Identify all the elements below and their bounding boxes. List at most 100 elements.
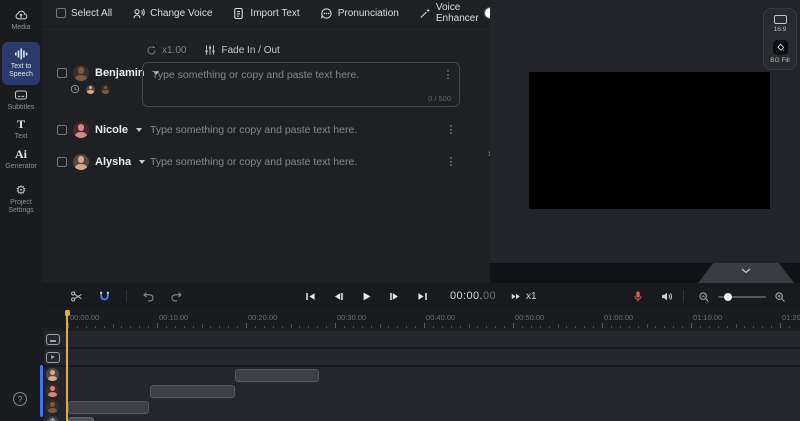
voice-track-avatar[interactable]	[46, 384, 59, 397]
timeline-clip[interactable]	[68, 416, 94, 421]
ruler-tick	[664, 325, 666, 328]
ruler-tick	[762, 325, 764, 328]
video-track-icon[interactable]	[46, 351, 60, 363]
recent-voice-avatar[interactable]	[86, 84, 95, 94]
voice-track-avatar[interactable]	[46, 368, 59, 381]
undo-button[interactable]	[142, 290, 155, 303]
timeline-clip[interactable]	[149, 384, 236, 398]
avatar	[73, 122, 89, 138]
redo-button[interactable]	[170, 290, 183, 303]
ruler-tick	[308, 325, 310, 328]
play-button[interactable]	[360, 290, 373, 303]
ruler-tick	[566, 325, 568, 328]
change-voice-button[interactable]: Change Voice	[132, 7, 212, 20]
chevron-down-icon[interactable]	[136, 128, 143, 132]
sidebar-item-label: Media	[11, 24, 31, 31]
zoom-in-icon[interactable]	[774, 291, 786, 303]
ruler-tick	[343, 325, 345, 328]
history-icon[interactable]	[70, 84, 80, 94]
row-checkbox[interactable]	[57, 157, 67, 167]
track-alysha	[44, 367, 800, 383]
sidebar-item-media[interactable]: Media	[1, 8, 41, 32]
import-text-icon	[232, 7, 245, 20]
sidebar-item-text[interactable]: T Text	[1, 117, 41, 141]
fade-control[interactable]: Fade In / Out	[204, 44, 280, 56]
subtitle-track-icon[interactable]	[46, 333, 60, 345]
cloud-upload-icon	[14, 8, 28, 22]
chevron-down-icon[interactable]	[139, 160, 146, 164]
preview-area: 16:9 BG Fill	[490, 0, 800, 283]
split-button[interactable]	[70, 290, 83, 303]
import-text-label: Import Text	[250, 7, 300, 19]
sidebar-item-subtitles[interactable]: Subtitles	[1, 88, 41, 112]
help-button[interactable]: ?	[13, 392, 27, 406]
ruler-tick	[593, 325, 595, 328]
sidebar-item-label: Subtitles	[7, 104, 35, 111]
ruler-tick	[210, 325, 212, 328]
voice-track-avatar[interactable]	[46, 400, 59, 413]
record-voiceover-button[interactable]	[632, 283, 644, 310]
timeline-clip[interactable]	[235, 368, 319, 382]
row-checkbox[interactable]	[57, 68, 67, 78]
row-menu-button[interactable]: ⋮	[441, 68, 455, 81]
speed-value: x1.00	[162, 44, 187, 56]
ruler-tick	[103, 325, 105, 328]
select-all-control[interactable]: Select All	[56, 8, 112, 19]
preview-controls: 16:9 BG Fill	[763, 8, 797, 70]
previous-frame-button[interactable]	[332, 290, 345, 303]
ruler-tick	[201, 324, 203, 328]
playback-rate-control[interactable]: x1	[510, 283, 537, 310]
magnetic-snap-button[interactable]	[98, 290, 111, 303]
mute-button[interactable]	[660, 283, 673, 310]
ruler-tick	[219, 325, 221, 328]
playhead[interactable]	[64, 310, 70, 421]
ruler-tick	[530, 325, 532, 328]
sidebar-item-project-settings[interactable]: ⚙ Project Settings	[1, 183, 41, 215]
video-preview[interactable]	[529, 72, 770, 209]
ruler-tick	[263, 325, 265, 328]
next-frame-button[interactable]	[388, 290, 401, 303]
ruler-tick	[495, 325, 497, 328]
bg-fill-label: BG Fill	[770, 57, 790, 64]
row-menu-button[interactable]: ⋮	[444, 123, 458, 136]
slider-knob[interactable]	[724, 292, 732, 301]
voice-row-header[interactable]: Alysha	[57, 153, 146, 171]
input-placeholder[interactable]: Type something or copy and paste text he…	[150, 124, 357, 136]
select-all-checkbox[interactable]	[56, 8, 66, 18]
timeline-zoom-slider[interactable]	[718, 292, 766, 301]
fade-in-out-icon	[204, 44, 216, 56]
sidebar-item-text-to-speech[interactable]: Text to Speech	[2, 42, 40, 85]
collapse-preview-tab[interactable]	[698, 263, 794, 283]
skip-to-end-button[interactable]	[416, 290, 429, 303]
bg-fill-icon	[772, 40, 788, 55]
chevron-down-icon	[741, 268, 751, 274]
skip-to-start-button[interactable]	[304, 290, 317, 303]
ruler-tick	[726, 325, 728, 328]
track-video	[44, 349, 800, 365]
ruler-tick	[246, 323, 247, 328]
row-menu-button[interactable]: ⋮	[444, 155, 458, 168]
ruler-tick	[628, 325, 630, 328]
sidebar-item-label: Text	[14, 133, 28, 140]
aspect-ratio-button[interactable]: 16:9	[773, 15, 787, 33]
ruler-label: 00:10.00	[159, 313, 189, 322]
pronunciation-button[interactable]: Pronunciation	[320, 7, 399, 20]
ruler-tick	[157, 323, 158, 328]
speed-control[interactable]: x1.00	[146, 45, 186, 56]
ruler-tick	[673, 325, 675, 328]
timecode-frames: 00	[482, 290, 497, 302]
track-subtitle	[44, 331, 800, 347]
recent-voice-avatar[interactable]	[101, 84, 110, 94]
zoom-out-icon[interactable]	[698, 291, 710, 303]
sidebar-item-generator[interactable]: Ai Generator	[1, 147, 41, 171]
import-text-button[interactable]: Import Text	[232, 7, 300, 20]
bg-fill-button[interactable]: BG Fill	[770, 40, 790, 64]
subtitles-icon	[14, 88, 28, 102]
timeline-ruler[interactable]: 00:00.00 00:10.00 00:20.00 00:30.00 00:40.00…	[42, 310, 800, 331]
tts-text-input[interactable]: Type something or copy and paste text he…	[142, 62, 460, 107]
voice-row-header[interactable]: Nicole	[57, 121, 143, 139]
timeline-clip[interactable]	[68, 400, 149, 414]
ruler-tick	[655, 325, 657, 328]
row-checkbox[interactable]	[57, 125, 67, 135]
input-placeholder[interactable]: Type something or copy and paste text he…	[150, 156, 357, 168]
